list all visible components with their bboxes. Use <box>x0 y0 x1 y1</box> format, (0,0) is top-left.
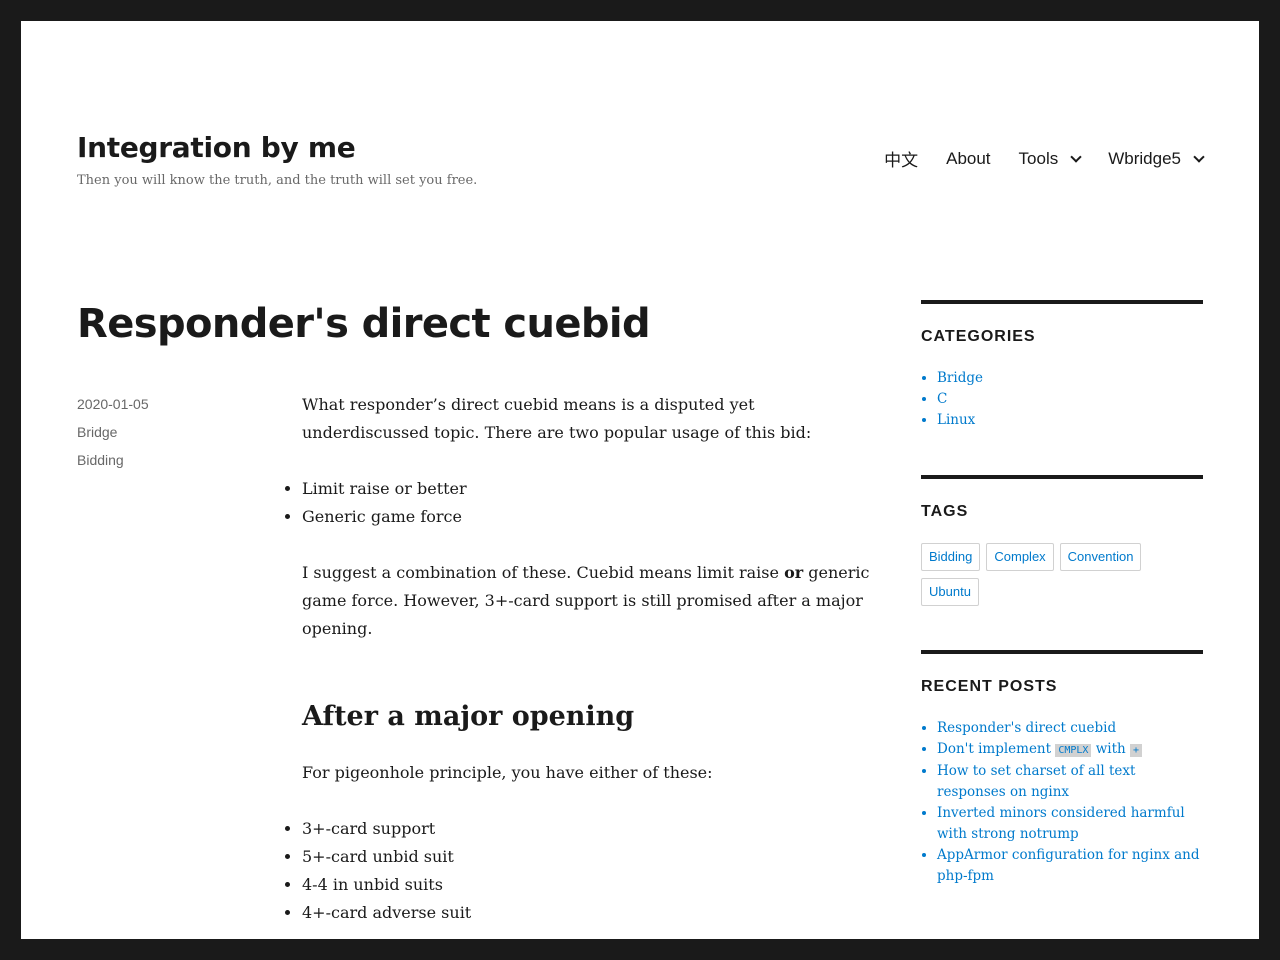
site-title[interactable]: Integration by me <box>77 131 356 164</box>
cases-list: 3+-card support 5+-card unbid suit 4-4 i… <box>282 815 872 927</box>
recent-post-link[interactable]: Don't implement CMPLX with + <box>937 741 1143 757</box>
recent-posts-widget: RECENT POSTS Responder's direct cuebid D… <box>921 650 1203 887</box>
main-navigation: 中文 About Tools Wbridge5 <box>856 142 1205 175</box>
section-heading: After a major opening <box>302 701 635 732</box>
list-item: 4+-card adverse suit <box>302 899 872 927</box>
list-item: AppArmor configuration for nginx and php… <box>937 845 1203 887</box>
nav-item-chinese[interactable]: 中文 <box>884 142 918 175</box>
recent-post-link[interactable]: How to set charset of all text responses… <box>937 763 1135 800</box>
nav-item-wbridge5[interactable]: Wbridge5 <box>1108 142 1205 175</box>
tag-link-bidding[interactable]: Bidding <box>921 543 981 571</box>
widget-title: TAGS <box>921 503 969 520</box>
recent-post-link[interactable]: AppArmor configuration for nginx and php… <box>937 847 1200 884</box>
list-item: How to set charset of all text responses… <box>937 761 1203 803</box>
list-item: Responder's direct cuebid <box>937 718 1203 739</box>
list-item: 3+-card support <box>302 815 872 843</box>
nav-item-label: About <box>946 148 991 168</box>
category-link-linux[interactable]: Linux <box>937 412 975 428</box>
widget-title: RECENT POSTS <box>921 678 1058 695</box>
tag-link-convention[interactable]: Convention <box>1059 543 1142 571</box>
list-item: Bridge <box>937 368 1203 389</box>
chevron-down-icon[interactable] <box>1193 150 1205 163</box>
tag-cloud: Bidding Complex Convention Ubuntu <box>921 543 1181 606</box>
list-item: 5+-card unbid suit <box>302 843 872 871</box>
entry-content: What responder’s direct cuebid means is … <box>302 391 872 939</box>
recent-post-text: with <box>1091 741 1131 757</box>
recent-posts-list: Responder's direct cuebid Don't implemen… <box>921 718 1203 887</box>
chevron-down-icon[interactable] <box>1070 150 1082 163</box>
categories-widget: CATEGORIES Bridge C Linux <box>921 300 1203 431</box>
nav-item-tools[interactable]: Tools <box>1018 142 1082 175</box>
list-item: Inverted minors considered harmful with … <box>937 803 1203 845</box>
nav-item-label: Wbridge5 <box>1108 148 1181 168</box>
category-link-bridge[interactable]: Bridge <box>937 370 983 386</box>
categories-list: Bridge C Linux <box>921 368 1203 431</box>
sidebar: CATEGORIES Bridge C Linux TAGS Bidding C… <box>921 300 1203 931</box>
page: Integration by me Then you will know the… <box>21 21 1259 939</box>
category-link-c[interactable]: C <box>937 391 947 407</box>
recent-post-link[interactable]: Inverted minors considered harmful with … <box>937 805 1185 842</box>
recent-post-text: Don't implement <box>937 741 1056 757</box>
tag-link-ubuntu[interactable]: Ubuntu <box>921 578 979 606</box>
post-date-link[interactable]: 2020-01-05 <box>77 395 149 423</box>
inline-code: + <box>1130 744 1143 757</box>
post-category-link[interactable]: Bridge <box>77 423 149 451</box>
recent-post-link[interactable]: Responder's direct cuebid <box>937 720 1116 736</box>
tag-link-complex[interactable]: Complex <box>986 543 1054 571</box>
list-item: Generic game force <box>302 503 872 531</box>
nav-item-label: 中文 <box>884 151 919 170</box>
list-item: Linux <box>937 410 1203 431</box>
list-item: Don't implement CMPLX with + <box>937 739 1203 761</box>
entry-title: Responder's direct cuebid <box>77 301 651 347</box>
nav-item-about[interactable]: About <box>946 142 990 175</box>
list-item: C <box>937 389 1203 410</box>
intro-paragraph: What responder’s direct cuebid means is … <box>302 395 812 442</box>
tags-widget: TAGS Bidding Complex Convention Ubuntu <box>921 475 1203 606</box>
section-intro-paragraph: For pigeonhole principle, you have eithe… <box>302 763 713 782</box>
list-item: Limit raise or better <box>302 475 872 503</box>
entry-meta: 2020-01-05 Bridge Bidding <box>77 395 149 479</box>
list-item: 4-4 in unbid suits <box>302 871 872 899</box>
site-description: Then you will know the truth, and the tr… <box>77 173 478 188</box>
nav-item-label: Tools <box>1018 148 1059 168</box>
usage-list: Limit raise or better Generic game force <box>282 475 872 531</box>
inline-code: CMPLX <box>1055 744 1092 757</box>
widget-title: CATEGORIES <box>921 328 1036 345</box>
suggestion-emphasis: or <box>784 563 804 582</box>
suggestion-text: I suggest a combination of these. Cuebid… <box>302 563 785 582</box>
post-tag-link[interactable]: Bidding <box>77 451 149 479</box>
suggestion-paragraph: I suggest a combination of these. Cuebid… <box>302 559 872 643</box>
